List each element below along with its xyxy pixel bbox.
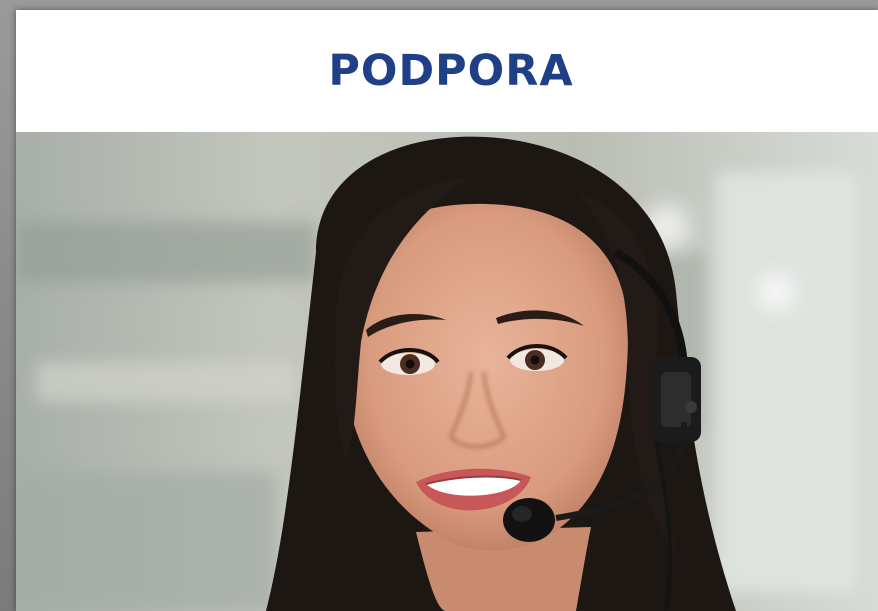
support-card: PODPORA xyxy=(16,10,878,611)
card-header: PODPORA xyxy=(16,10,878,132)
page-title: PODPORA xyxy=(328,46,574,96)
window-frame: PODPORA xyxy=(0,0,878,611)
support-agent-photo xyxy=(16,132,878,611)
